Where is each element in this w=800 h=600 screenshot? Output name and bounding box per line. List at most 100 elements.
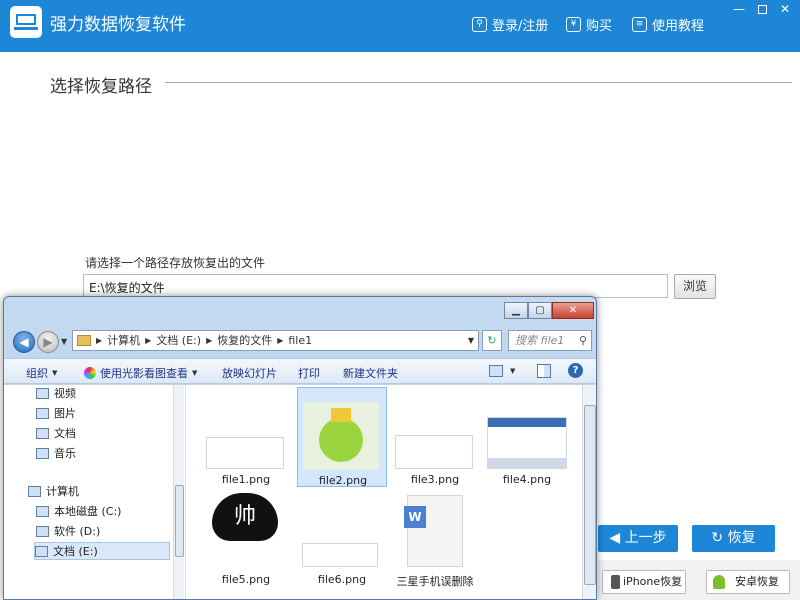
android-icon xyxy=(713,575,725,589)
view-mode-icon[interactable] xyxy=(489,365,503,377)
file-thumbnail xyxy=(395,435,473,469)
close-button[interactable]: ✕ xyxy=(774,0,796,18)
new-folder-button[interactable]: 新建文件夹 xyxy=(343,365,398,381)
nav-item-videos[interactable]: 视频 xyxy=(36,385,76,401)
recover-button[interactable]: ↻ 恢复 xyxy=(692,525,775,552)
chevron-down-icon: ▼ xyxy=(192,369,198,377)
iphone-recover-label: iPhone恢复 xyxy=(623,575,683,588)
nav-item-drive-c[interactable]: 本地磁盘 (C:) xyxy=(36,503,121,519)
file-item[interactable]: 帅 file5.png xyxy=(201,489,291,589)
nav-item-label: 视频 xyxy=(54,387,76,400)
file-item[interactable]: file6.png xyxy=(297,489,387,589)
breadcrumb-separator: ▶ xyxy=(145,336,152,345)
refresh-button[interactable]: ↻ xyxy=(482,330,502,351)
doc-icon: W xyxy=(404,495,463,567)
nav-item-computer[interactable]: 计算机 xyxy=(28,483,79,499)
nav-scrollbar-thumb[interactable] xyxy=(175,485,184,557)
book-icon: ≡ xyxy=(632,16,647,32)
breadcrumb-computer[interactable]: 计算机 xyxy=(104,331,143,350)
restore-button[interactable] xyxy=(751,0,773,18)
breadcrumb-recovered-files[interactable]: 恢复的文件 xyxy=(214,331,275,350)
nav-item-drive-d[interactable]: 软件 (D:) xyxy=(36,523,100,539)
frog-figure xyxy=(319,418,363,462)
nav-item-label: 本地磁盘 (C:) xyxy=(54,505,122,518)
video-library-icon xyxy=(36,387,49,399)
breadcrumb-separator: ▶ xyxy=(96,336,103,345)
help-icon[interactable]: ? xyxy=(568,363,583,378)
view-with-label: 使用光影看图查看 xyxy=(100,367,188,380)
android-recover-button[interactable]: 安卓恢复 xyxy=(706,570,790,594)
content-scrollbar[interactable] xyxy=(582,385,596,599)
explorer-close-button[interactable]: ✕ xyxy=(552,302,594,319)
nav-item-drive-e[interactable]: 文档 (E:) xyxy=(34,542,170,560)
print-button[interactable]: 打印 xyxy=(298,365,320,381)
chevron-down-icon: ▼ xyxy=(52,369,58,377)
file-thumbnail xyxy=(487,417,567,469)
recent-pages-dropdown[interactable]: ▼ xyxy=(61,337,67,346)
explorer-maximize-button[interactable]: ▢ xyxy=(528,302,552,319)
iphone-recover-button[interactable]: iPhone恢复 xyxy=(602,570,686,594)
address-dropdown-icon[interactable]: ▼ xyxy=(468,331,474,350)
prev-step-button[interactable]: ◀ 上一步 xyxy=(598,525,678,552)
file-item[interactable]: file2.png xyxy=(297,387,387,487)
viewer-app-icon xyxy=(84,367,96,379)
browse-button[interactable]: 浏览 xyxy=(674,274,716,299)
crown-icon xyxy=(331,408,351,422)
file-name: file2.png xyxy=(318,474,368,487)
file-item[interactable]: W 三星手机误删除 xyxy=(390,489,480,589)
login-register-link[interactable]: ⚲ 登录/注册 xyxy=(472,15,549,34)
computer-icon xyxy=(28,485,41,497)
search-placeholder: 搜索 file1 xyxy=(515,334,565,347)
view-with-button[interactable]: 使用光影看图查看 ▼ xyxy=(84,365,197,381)
minimize-button[interactable]: — xyxy=(728,0,750,18)
tutorial-link[interactable]: ≡ 使用教程 xyxy=(632,15,704,34)
nav-item-music[interactable]: 音乐 xyxy=(36,445,76,461)
file-list: file1.png file2.png file3.png file4.png … xyxy=(186,385,596,599)
content-scrollbar-thumb[interactable] xyxy=(584,405,596,585)
nav-scrollbar[interactable] xyxy=(173,385,184,599)
buy-link[interactable]: ¥ 购买 xyxy=(566,15,613,34)
path-label: 请选择一个路径存放恢复出的文件 xyxy=(85,256,266,270)
yen-icon: ¥ xyxy=(566,16,581,32)
explorer-toolbar: 组织 ▼ 使用光影看图查看 ▼ 放映幻灯片 打印 新建文件夹 ▼ ? xyxy=(4,358,596,384)
nav-item-documents[interactable]: 文档 xyxy=(36,425,76,441)
file-item[interactable]: file4.png xyxy=(482,387,572,487)
navigation-pane: 视频 图片 文档 音乐 计算机 本地磁盘 (C:) 软件 (D:) 文档 (E:… xyxy=(4,385,186,599)
nav-item-label: 软件 (D:) xyxy=(54,525,101,538)
file-name: file6.png xyxy=(317,573,367,586)
chevron-down-icon[interactable]: ▼ xyxy=(510,367,515,375)
phone-icon xyxy=(611,575,620,589)
nav-item-label: 音乐 xyxy=(54,447,76,460)
drive-icon xyxy=(36,525,49,537)
app-logo-icon xyxy=(10,6,42,38)
drive-icon xyxy=(36,505,49,517)
section-title: 选择恢复路径 xyxy=(50,77,152,97)
refresh-icon: ↻ xyxy=(711,530,728,546)
slideshow-button[interactable]: 放映幻灯片 xyxy=(222,365,277,381)
back-button[interactable]: ◀ xyxy=(13,331,35,353)
login-register-label: 登录/注册 xyxy=(492,18,549,34)
buy-label: 购买 xyxy=(586,18,613,34)
breadcrumb-drive-e[interactable]: 文档 (E:) xyxy=(153,331,204,350)
address-bar[interactable]: ▶ 计算机 ▶ 文档 (E:) ▶ 恢复的文件 ▶ file1 ▼ xyxy=(72,330,479,351)
nav-item-pictures[interactable]: 图片 xyxy=(36,405,76,421)
search-icon: ⚲ xyxy=(578,334,587,347)
nav-item-label: 文档 (E:) xyxy=(53,545,98,558)
preview-pane-icon[interactable] xyxy=(537,364,551,378)
explorer-minimize-button[interactable]: ▁ xyxy=(504,302,528,319)
wps-doc-icon: W xyxy=(404,506,426,528)
file-item[interactable]: file1.png xyxy=(201,387,291,487)
app-header: 强力数据恢复软件 ⚲ 登录/注册 ¥ 购买 ≡ 使用教程 — ✕ xyxy=(0,0,800,52)
explorer-window: ▁ ▢ ✕ ◀ ▶ ▼ ▶ 计算机 ▶ 文档 (E:) ▶ 恢复的文件 ▶ fi… xyxy=(3,296,597,600)
new-folder-label: 新建文件夹 xyxy=(343,367,398,380)
organize-button[interactable]: 组织 ▼ xyxy=(26,365,57,381)
path-input[interactable]: E:\恢复的文件 xyxy=(83,274,668,298)
search-input[interactable]: 搜索 file1 ⚲ xyxy=(508,330,592,351)
file-item[interactable]: file3.png xyxy=(390,387,480,487)
forward-button[interactable]: ▶ xyxy=(37,331,59,353)
android-recover-label: 安卓恢复 xyxy=(735,575,779,588)
breadcrumb-file1[interactable]: file1 xyxy=(285,331,315,350)
picture-library-icon xyxy=(36,407,49,419)
file-name: file3.png xyxy=(410,473,460,486)
section-divider xyxy=(165,82,792,83)
